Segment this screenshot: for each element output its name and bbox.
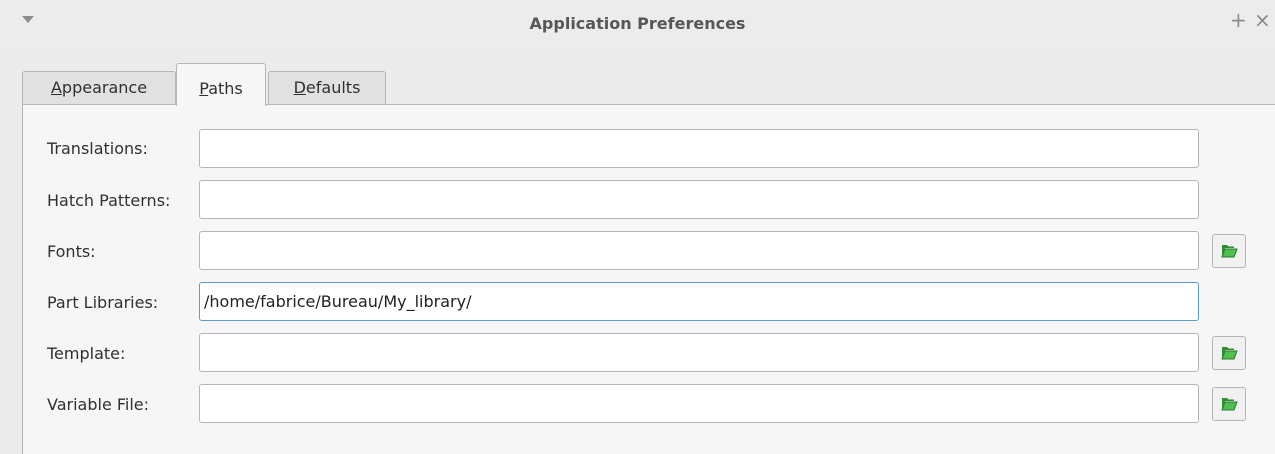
tab-appearance-label: ppearance [61, 78, 148, 97]
preferences-window: Application Preferences + × Appearance P… [0, 0, 1275, 454]
close-icon[interactable]: × [1254, 10, 1271, 30]
variable-file-input[interactable] [199, 384, 1199, 423]
folder-open-icon [1221, 245, 1238, 258]
tab-defaults[interactable]: Defaults [268, 71, 386, 104]
tab-paths[interactable]: Paths [176, 63, 266, 106]
title-bar[interactable]: Application Preferences + × [0, 0, 1275, 50]
tab-defaults-label: efaults [305, 78, 361, 97]
template-browse-button[interactable] [1212, 336, 1246, 370]
tab-paths-label: aths [208, 79, 243, 98]
hatch-patterns-label: Hatch Patterns: [47, 191, 171, 210]
translations-label: Translations: [47, 139, 148, 158]
paths-panel: Translations: Hatch Patterns: Fonts: Par… [22, 104, 1275, 454]
translations-input[interactable] [199, 129, 1199, 168]
folder-open-icon [1221, 347, 1238, 360]
tab-appearance-mnemonic: A [50, 78, 62, 97]
hatch-patterns-input[interactable] [199, 180, 1199, 219]
tab-defaults-mnemonic: D [293, 78, 306, 97]
fonts-input[interactable] [199, 231, 1199, 270]
folder-open-icon [1221, 398, 1238, 411]
fonts-label: Fonts: [47, 242, 96, 261]
maximize-icon[interactable]: + [1230, 10, 1247, 30]
template-label: Template: [47, 344, 126, 363]
part-libraries-input[interactable] [199, 282, 1199, 321]
variable-file-label: Variable File: [47, 395, 150, 414]
window-title: Application Preferences [529, 14, 746, 33]
tab-paths-mnemonic: P [199, 79, 209, 98]
tab-appearance[interactable]: Appearance [22, 71, 176, 104]
template-input[interactable] [199, 333, 1199, 372]
variable-file-browse-button[interactable] [1212, 387, 1246, 421]
part-libraries-label: Part Libraries: [47, 293, 159, 312]
fonts-browse-button[interactable] [1212, 234, 1246, 268]
